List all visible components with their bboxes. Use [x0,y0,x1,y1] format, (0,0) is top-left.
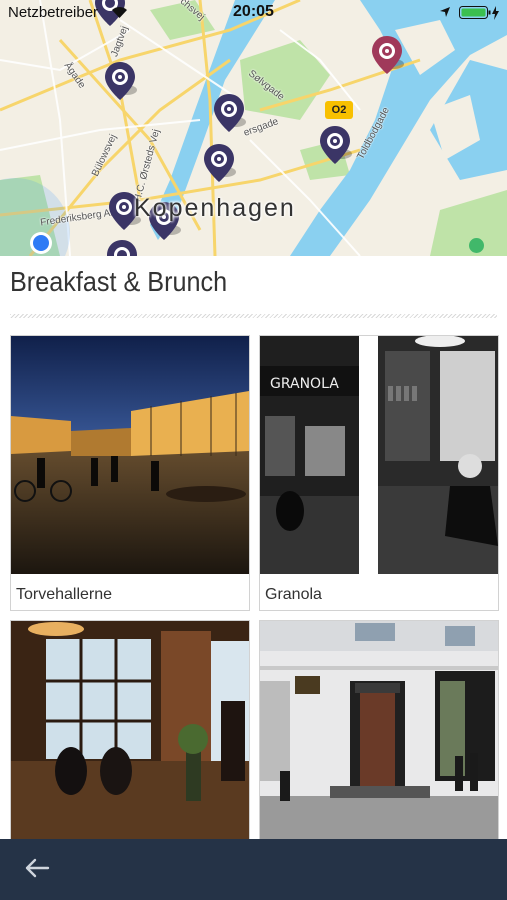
place-name: Torvehallerne [16,586,113,603]
svg-text:GRANOLA: GRANOLA [270,376,339,392]
map-city-label: Kopenhagen [134,194,296,222]
map-pin-icon[interactable] [202,142,236,186]
place-card[interactable] [259,620,499,841]
place-photo [11,621,249,840]
map-pin-icon[interactable] [103,60,137,104]
place-card[interactable] [10,620,250,841]
bottom-toolbar [0,839,507,900]
section-title: Breakfast & Brunch [10,266,228,297]
map-compass-icon[interactable] [469,238,484,253]
back-arrow-icon[interactable] [24,857,50,879]
map-pin-icon[interactable] [212,92,246,136]
map-pin-icon[interactable] [105,238,139,256]
place-photo [11,336,249,574]
status-bar: Netzbetreiber 20:05 [0,0,507,26]
map-view[interactable]: Ågade Jagtvej Bülowsvej H.C. Ørsteds Vej… [0,0,507,256]
map-pin-icon[interactable] [318,124,352,168]
metro-station-badge: O2 [325,101,353,119]
section-divider [10,314,497,318]
location-arrow-icon [440,7,450,17]
place-card-granola[interactable]: GRANOLA Granola [259,335,499,611]
place-name: Granola [265,586,322,603]
battery-icon [459,6,499,20]
map-pin-highlighted-icon[interactable] [370,34,404,78]
user-location-dot [30,232,52,254]
status-time: 20:05 [233,3,274,20]
place-photo: GRANOLA [260,336,498,574]
place-photo [260,621,498,840]
place-card-torvehallerne[interactable]: Torvehallerne [10,335,250,611]
